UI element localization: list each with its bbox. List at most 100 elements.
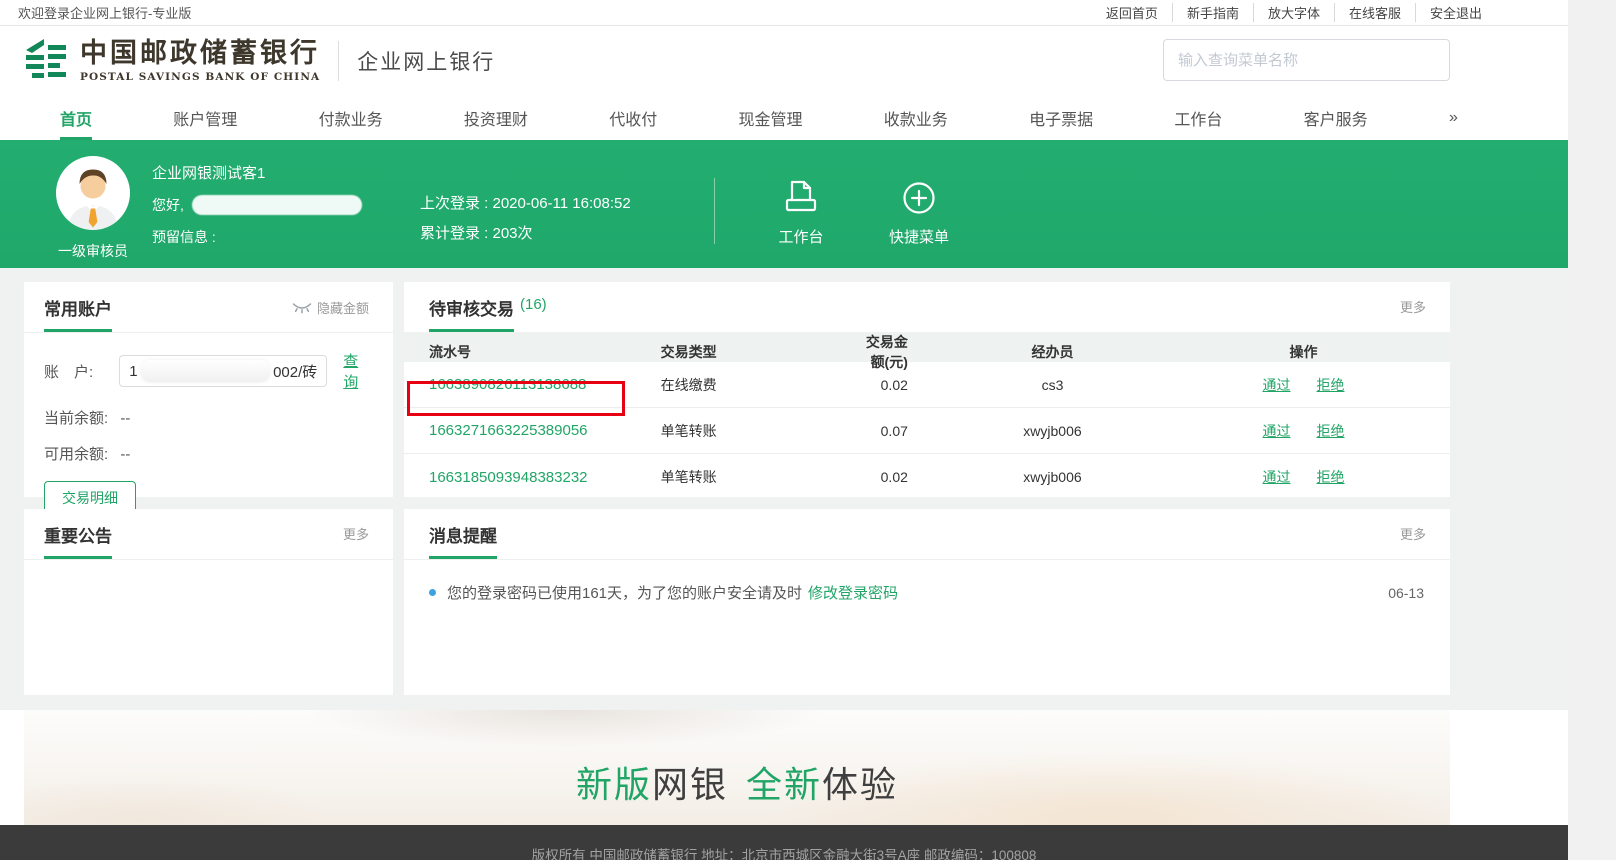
account-label: 账 户: — [44, 361, 119, 382]
bank-logo: 中国邮政储蓄银行 POSTAL SAVINGS BANK OF CHINA 企业… — [22, 36, 495, 86]
available-balance-value: -- — [120, 446, 130, 463]
pending-more-link[interactable]: 更多 — [1400, 297, 1426, 316]
top-utility-bar: 欢迎登录企业网上银行-专业版 返回首页 新手指南 放大字体 在线客服 安全退出 — [0, 0, 1568, 26]
available-balance-label: 可用余额: — [44, 446, 108, 463]
greeting-text: 您好, — [152, 196, 184, 214]
bullet-icon — [429, 589, 436, 596]
nav-tab-collection-payment[interactable]: 代收付 — [609, 99, 657, 140]
col-type: 交易类型 — [645, 342, 854, 362]
last-login-text: 上次登录 : 2020-06-11 16:08:52 — [420, 195, 631, 213]
nav-tab-customer-service[interactable]: 客户服务 — [1304, 99, 1368, 140]
serial-link[interactable]: 1663890826113138688 — [429, 376, 586, 393]
link-enlarge-font[interactable]: 放大字体 — [1253, 3, 1320, 22]
query-link[interactable]: 查询 — [343, 350, 373, 392]
frequent-accounts-card: 常用账户 隐藏金额 账 户: 1 — [24, 282, 393, 497]
message-item: 您的登录密码已使用161天，为了您的账户安全请及时 修改登录密码 06-13 — [404, 560, 1450, 603]
nav-tab-workbench[interactable]: 工作台 — [1174, 99, 1222, 140]
quick-menu-button[interactable]: 快捷菜单 — [884, 180, 954, 247]
transaction-type: 单笔转账 — [645, 421, 854, 441]
transaction-amount: 0.02 — [854, 377, 948, 393]
link-beginner-guide[interactable]: 新手指南 — [1172, 3, 1239, 22]
nav-tab-cash-management[interactable]: 现金管理 — [738, 99, 802, 140]
workbench-button[interactable]: 工作台 — [770, 176, 832, 247]
col-operator: 经办员 — [948, 342, 1157, 362]
message-date: 06-13 — [1388, 585, 1424, 601]
transaction-type: 单笔转账 — [645, 467, 854, 487]
pending-card-title: 待审核交易 — [429, 295, 514, 332]
notice-more-link[interactable]: 更多 — [343, 524, 369, 543]
bank-name-cn: 中国邮政储蓄银行 — [80, 39, 320, 69]
transaction-amount: 0.07 — [854, 423, 948, 439]
copyright-text: 版权所有 中国邮政储蓄银行 地址：北京市西城区金融大街3号A座 邮政编码：100… — [532, 847, 1037, 860]
header: 中国邮政储蓄银行 POSTAL SAVINGS BANK OF CHINA 企业… — [0, 26, 1568, 99]
change-password-link[interactable]: 修改登录密码 — [808, 582, 898, 603]
promo-seg-ebank: 网银 — [652, 764, 728, 805]
account-number-suffix: 002/砖 — [273, 361, 317, 382]
workbench-label: 工作台 — [770, 226, 832, 247]
reject-link[interactable]: 拒绝 — [1317, 467, 1345, 487]
account-select[interactable]: 1 002/砖 — [119, 355, 327, 387]
main-nav: 首页 账户管理 付款业务 投资理财 代收付 现金管理 收款业务 电子票据 工作台… — [0, 99, 1568, 140]
approve-link[interactable]: 通过 — [1263, 375, 1291, 395]
promo-banner: 新版网银全新体验 — [24, 710, 1450, 825]
content: 常用账户 隐藏金额 账 户: 1 — [0, 268, 1568, 710]
accounts-card-title: 常用账户 — [44, 295, 112, 332]
nav-tab-receivables[interactable]: 收款业务 — [884, 99, 948, 140]
col-actions: 操作 — [1157, 342, 1450, 362]
quick-menu-label: 快捷菜单 — [884, 226, 954, 247]
link-return-home[interactable]: 返回首页 — [1106, 3, 1158, 22]
message-reminder-card: 消息提醒 更多 您的登录密码已使用161天，为了您的账户安全请及时 修改登录密码… — [404, 509, 1450, 695]
workbench-icon — [781, 176, 821, 216]
nav-tab-investment[interactable]: 投资理财 — [464, 99, 528, 140]
table-row: 1663185093948383232 单笔转账 0.02 xwyjb006 通… — [404, 454, 1450, 500]
serial-link[interactable]: 1663185093948383232 — [429, 469, 588, 486]
footer: 版权所有 中国邮政储蓄银行 地址：北京市西城区金融大街3号A座 邮政编码：100… — [0, 825, 1568, 860]
transaction-type: 在线缴费 — [645, 375, 854, 395]
nav-tab-e-bills[interactable]: 电子票据 — [1029, 99, 1093, 140]
menu-search-input[interactable] — [1163, 39, 1450, 81]
psbc-logo-icon — [22, 36, 70, 86]
table-row: 1663271663225389056 单笔转账 0.07 xwyjb006 通… — [404, 408, 1450, 454]
link-online-service[interactable]: 在线客服 — [1334, 3, 1401, 22]
col-serial: 流水号 — [404, 342, 645, 362]
banner-divider — [714, 178, 715, 244]
notice-card-title: 重要公告 — [44, 522, 112, 559]
company-name: 企业网银测试客1 — [152, 165, 362, 183]
bank-name-en: POSTAL SAVINGS BANK OF CHINA — [80, 71, 320, 83]
link-safe-exit[interactable]: 安全退出 — [1415, 3, 1482, 22]
user-banner: 一级审核员 企业网银测试客1 您好, 预留信息 : 上次登录 : 2020-06… — [0, 140, 1568, 268]
nav-more-chevron-icon[interactable]: » — [1449, 99, 1458, 140]
operator-name: cs3 — [948, 377, 1157, 393]
pending-table-header: 流水号 交易类型 交易金额(元) 经办员 操作 — [404, 332, 1450, 362]
operator-name: xwyjb006 — [948, 469, 1157, 485]
approve-link[interactable]: 通过 — [1263, 421, 1291, 441]
pending-transactions-card: 待审核交易 (16) 更多 流水号 交易类型 交易金额(元) 经办员 操作 — [404, 282, 1450, 497]
promo-slogan: 新版网银全新体验 — [576, 728, 898, 808]
nav-tab-home[interactable]: 首页 — [60, 99, 92, 140]
current-balance-label: 当前余额: — [44, 410, 108, 427]
page: 欢迎登录企业网上银行-专业版 返回首页 新手指南 放大字体 在线客服 安全退出 — [0, 0, 1568, 860]
reject-link[interactable]: 拒绝 — [1317, 421, 1345, 441]
messages-more-link[interactable]: 更多 — [1400, 524, 1426, 543]
promo-seg-brand-new: 全新 — [746, 764, 822, 805]
operator-name: xwyjb006 — [948, 423, 1157, 439]
pending-count-badge: (16) — [520, 296, 547, 313]
plus-circle-icon — [901, 180, 937, 216]
current-balance-value: -- — [120, 410, 130, 427]
total-login-text: 累计登录 : 203次 — [420, 225, 631, 243]
account-number-prefix: 1 — [129, 363, 137, 380]
nav-tab-payment[interactable]: 付款业务 — [319, 99, 383, 140]
hide-amount-toggle[interactable]: 隐藏金额 — [292, 298, 369, 317]
reserved-info-label: 预留信息 : — [152, 228, 362, 246]
nav-tab-account-management[interactable]: 账户管理 — [173, 99, 237, 140]
redacted-username — [192, 195, 362, 215]
avatar — [56, 156, 130, 230]
approve-link[interactable]: 通过 — [1263, 467, 1291, 487]
promo-seg-experience: 体验 — [822, 764, 898, 805]
hide-amount-label: 隐藏金额 — [317, 298, 369, 317]
portal-title: 企业网上银行 — [357, 46, 495, 76]
logo-divider — [338, 41, 339, 81]
important-notice-card: 重要公告 更多 — [24, 509, 393, 695]
serial-link[interactable]: 1663271663225389056 — [429, 422, 588, 439]
reject-link[interactable]: 拒绝 — [1317, 375, 1345, 395]
